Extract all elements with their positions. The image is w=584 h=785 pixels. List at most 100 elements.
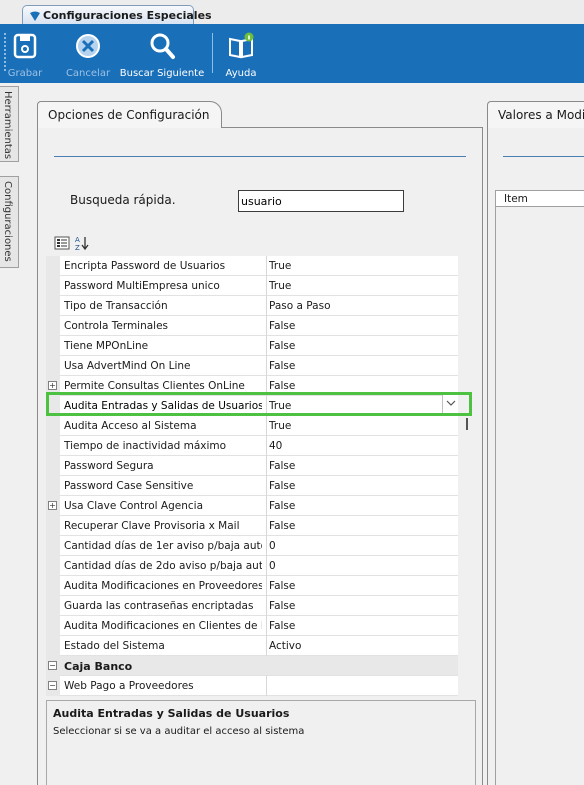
collapse-icon[interactable]: − [48, 661, 57, 670]
search-icon [150, 33, 175, 59]
app-icon [30, 11, 40, 21]
property-name: Recuperar Clave Provisoria x Mail [64, 520, 240, 532]
property-name: Audita Modificaciones en Clientes de Fa [64, 620, 262, 632]
grid-row[interactable]: + Usa Clave Control Agencia False [46, 496, 458, 516]
row-gutter [46, 456, 60, 476]
side-tab-configuraciones[interactable]: Configuraciones [0, 176, 19, 268]
selection-highlight [46, 392, 472, 416]
grid-row[interactable]: Guarda las contraseñas encriptadas False [46, 596, 458, 616]
property-value[interactable]: True [266, 416, 458, 436]
property-name: Password Case Sensitive [64, 480, 194, 492]
row-gutter [46, 276, 60, 296]
grid-row[interactable]: Password MultiEmpresa unico True [46, 276, 458, 296]
property-grid-scrollbar[interactable] [458, 256, 476, 696]
grid-row[interactable]: Encripta Password de Usuarios True [46, 256, 458, 276]
property-name: Controla Terminales [64, 320, 169, 332]
options-panel-tab[interactable]: Opciones de Configuración [37, 101, 222, 128]
values-panel-tab[interactable]: Valores a Modif [487, 101, 584, 128]
row-gutter [46, 596, 60, 616]
grid-category-row[interactable]: − Caja Banco [46, 656, 458, 676]
property-name: Cantidad días de 1er aviso p/baja autom [64, 540, 262, 552]
property-value[interactable]: 40 [266, 436, 458, 456]
property-value[interactable]: False [266, 476, 458, 496]
property-value[interactable] [266, 676, 458, 696]
grid-row[interactable]: Usa AdvertMind On Line False [46, 356, 458, 376]
grid-row[interactable]: Audita Modificaciones en Proveedores Fals… [46, 576, 458, 596]
grid-category-row[interactable]: − Web Pago a Proveedores [46, 676, 458, 696]
find-next-button[interactable]: Buscar Siguiente [118, 27, 206, 83]
help-button[interactable]: Ayuda [220, 27, 262, 83]
toolbar: Grabar Cancelar Buscar Siguiente Ayuda [0, 27, 584, 83]
property-value[interactable]: True [266, 256, 458, 276]
cancel-icon [76, 34, 100, 58]
row-gutter: + [46, 496, 60, 516]
property-name: Tiene MPOnLine [64, 340, 149, 352]
property-value[interactable]: False [266, 356, 458, 376]
property-value[interactable]: False [266, 336, 458, 356]
expand-icon[interactable]: + [48, 381, 57, 390]
grid-row[interactable]: Tiempo de inactividad máximo 40 [46, 436, 458, 456]
grid-row[interactable]: Password Segura False [46, 456, 458, 476]
property-name: Audita Acceso al Sistema [64, 420, 197, 432]
save-button-label: Grabar [7, 68, 43, 79]
grid-row[interactable]: Tiene MPOnLine False [46, 336, 458, 356]
quick-search-input[interactable] [238, 190, 404, 212]
item-column-header[interactable]: Item [495, 190, 584, 207]
find-next-button-label: Buscar Siguiente [119, 68, 205, 79]
cancel-button[interactable]: Cancelar [62, 27, 114, 83]
scrollbar-thumb[interactable] [466, 418, 468, 430]
grid-row[interactable]: Cantidad días de 1er aviso p/baja autom 0 [46, 536, 458, 556]
collapse-icon[interactable]: − [48, 681, 57, 690]
options-divider [54, 156, 466, 157]
side-tab-label: Configuraciones [2, 181, 13, 262]
help-book-icon [229, 32, 254, 59]
property-name: Estado del Sistema [64, 640, 165, 652]
svg-text:Z: Z [75, 244, 80, 251]
property-value[interactable]: Activo [266, 636, 458, 656]
row-gutter [46, 296, 60, 316]
row-gutter [46, 416, 60, 436]
description-pane: Audita Entradas y Salidas de Usuarios Se… [46, 700, 476, 785]
sort-alphabetical-icon[interactable]: A Z [74, 235, 90, 251]
property-name: Cantidad días de 2do aviso p/baja autom [64, 560, 262, 572]
grid-row[interactable]: Audita Acceso al Sistema True [46, 416, 458, 436]
row-gutter [46, 636, 60, 656]
grid-row[interactable]: Recuperar Clave Provisoria x Mail False [46, 516, 458, 536]
property-value[interactable]: 0 [266, 536, 458, 556]
item-list [495, 207, 584, 785]
item-column-header-label: Item [504, 193, 528, 205]
toolbar-separator [212, 33, 213, 73]
row-gutter [46, 616, 60, 636]
document-tab[interactable]: Configuraciones Especiales [22, 5, 212, 25]
property-value[interactable]: False [266, 496, 458, 516]
row-gutter [46, 516, 60, 536]
property-value[interactable]: 0 [266, 556, 458, 576]
grid-row[interactable]: Audita Modificaciones en Clientes de Fa F… [46, 616, 458, 636]
property-name: Password MultiEmpresa unico [64, 280, 220, 292]
grid-row[interactable]: Estado del Sistema Activo [46, 636, 458, 656]
grid-row[interactable]: Password Case Sensitive False [46, 476, 458, 496]
categorized-view-icon[interactable] [54, 235, 70, 251]
property-value[interactable]: False [266, 316, 458, 336]
expand-icon[interactable]: + [48, 501, 57, 510]
property-value[interactable]: False [266, 616, 458, 636]
property-value[interactable]: False [266, 596, 458, 616]
grid-row[interactable]: Controla Terminales False [46, 316, 458, 336]
row-gutter [46, 556, 60, 576]
row-gutter [46, 356, 60, 376]
row-gutter: − [46, 676, 60, 696]
options-panel-title: Opciones de Configuración [48, 108, 210, 122]
property-value[interactable]: False [266, 456, 458, 476]
property-value[interactable]: False [266, 576, 458, 596]
property-value[interactable]: False [266, 516, 458, 536]
property-name: Encripta Password de Usuarios [64, 260, 226, 272]
side-tab-herramientas[interactable]: Herramientas [0, 86, 19, 162]
save-button[interactable]: Grabar [6, 27, 44, 83]
grid-row[interactable]: Cantidad días de 2do aviso p/baja autom 0 [46, 556, 458, 576]
property-value[interactable]: True [266, 276, 458, 296]
property-name: Usa AdvertMind On Line [64, 360, 191, 372]
document-tab-strip: Configuraciones Especiales [0, 0, 584, 27]
grid-row[interactable]: Tipo de Transacción Paso a Paso [46, 296, 458, 316]
property-value[interactable]: Paso a Paso [266, 296, 458, 316]
row-gutter [46, 316, 60, 336]
